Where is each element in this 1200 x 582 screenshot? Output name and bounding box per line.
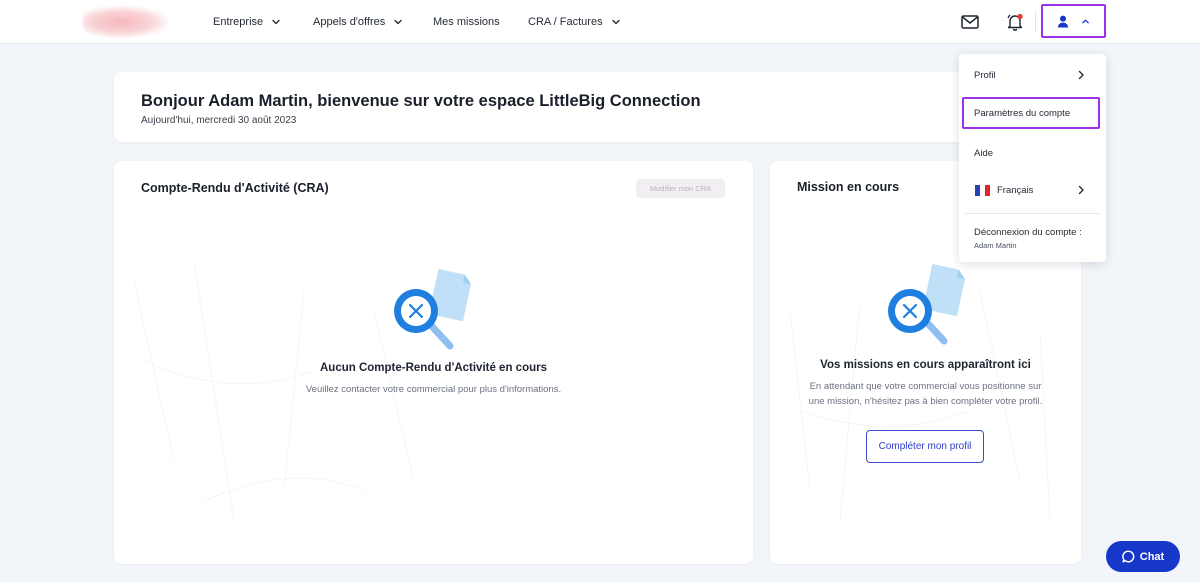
- chevron-down-icon: [394, 19, 402, 25]
- welcome-title: Bonjour Adam Martin, bienvenue sur votre…: [141, 92, 701, 110]
- nav-entreprise[interactable]: Entreprise: [213, 0, 281, 44]
- cra-card-title: Compte-Rendu d'Activité (CRA): [141, 181, 329, 195]
- mission-empty-text-line2: une mission, n'hésitez pas à bien complé…: [808, 396, 1043, 407]
- nav-entreprise-label: Entreprise: [213, 16, 264, 28]
- company-logo[interactable]: [82, 6, 168, 38]
- cra-empty-title: Aucun Compte-Rendu d'Activité en cours: [319, 362, 547, 374]
- complete-profile-button[interactable]: Compléter mon profil: [866, 430, 984, 463]
- nav-mes-missions-label: Mes missions: [433, 16, 500, 28]
- chevron-up-icon: [1082, 19, 1089, 23]
- search-document-illustration: [394, 268, 471, 350]
- mission-empty-text: En attendant que votre commercial vous p…: [770, 379, 1081, 409]
- mission-empty-text-line1: En attendant que votre commercial vous p…: [809, 381, 1042, 392]
- user-icon: [1057, 15, 1069, 27]
- menu-item-language[interactable]: Français: [997, 185, 1033, 196]
- chevron-right-icon: [1078, 185, 1084, 195]
- mission-card-title: Mission en cours: [797, 180, 900, 194]
- chevron-right-icon: [1078, 70, 1084, 80]
- nav-cra-factures[interactable]: CRA / Factures: [528, 0, 621, 44]
- mission-empty-title: Vos missions en cours apparaîtront ici: [820, 359, 1031, 371]
- notifications-button[interactable]: [1004, 11, 1026, 33]
- nav-appels-offres[interactable]: Appels d'offres: [313, 0, 403, 44]
- french-flag-icon: [975, 185, 990, 196]
- user-menu-button[interactable]: [1041, 4, 1106, 38]
- search-document-illustration: [888, 263, 965, 345]
- menu-item-account-settings[interactable]: Paramètres du compte: [974, 108, 1070, 119]
- nav-cra-factures-label: CRA / Factures: [528, 16, 603, 28]
- mail-icon: [961, 15, 979, 29]
- welcome-card: Bonjour Adam Martin, bienvenue sur votre…: [114, 72, 1080, 142]
- mail-button[interactable]: [959, 11, 981, 33]
- chat-button[interactable]: Chat: [1106, 541, 1180, 572]
- top-navigation-bar: Entreprise Appels d'offres Mes missions …: [0, 0, 1200, 44]
- logout-user-name: Adam Martin: [974, 241, 1017, 250]
- welcome-date: Aujourd'hui, mercredi 30 août 2023: [141, 115, 297, 126]
- chevron-down-icon: [611, 19, 620, 25]
- nav-mes-missions[interactable]: Mes missions: [433, 0, 500, 44]
- menu-item-profile[interactable]: Profil: [974, 70, 996, 81]
- cra-card: Compte-Rendu d'Activité (CRA) Modifier m…: [114, 161, 753, 564]
- menu-item-logout[interactable]: Déconnexion du compte :: [974, 227, 1082, 238]
- cra-empty-text: Veuillez contacter votre commercial pour…: [305, 384, 562, 395]
- nav-appels-offres-label: Appels d'offres: [313, 16, 386, 28]
- user-dropdown-menu: Profil Paramètres du compte Aide Françai…: [959, 54, 1106, 262]
- menu-divider: [965, 213, 1100, 214]
- chevron-down-icon: [272, 19, 280, 25]
- chat-bubble-icon: [1121, 550, 1135, 563]
- bell-icon: [1007, 13, 1023, 31]
- chat-button-label: Chat: [1139, 550, 1165, 563]
- nav-divider: [1035, 11, 1036, 33]
- menu-item-help[interactable]: Aide: [974, 148, 993, 159]
- modify-cra-button[interactable]: Modifier mon CRA: [636, 179, 725, 198]
